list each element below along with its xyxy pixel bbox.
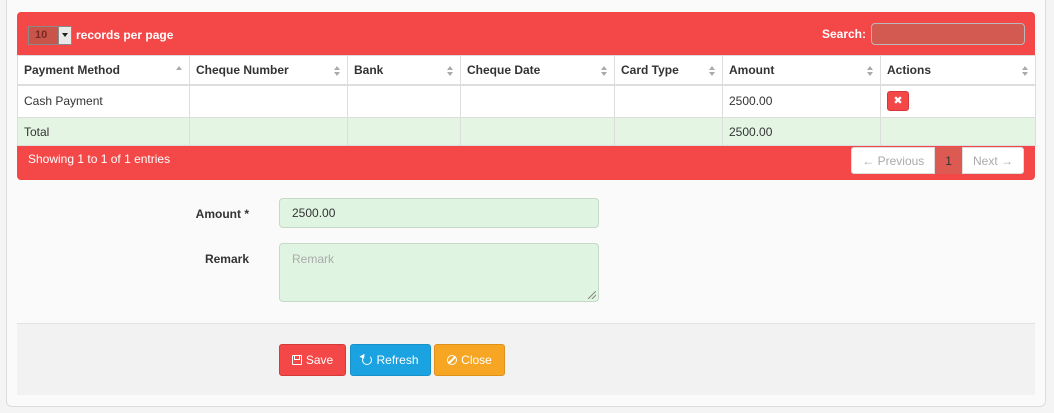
resize-handle-icon[interactable]	[588, 291, 596, 299]
pagination: ← Previous 1 Next →	[851, 147, 1024, 174]
column-header-cheque-date[interactable]: Cheque Date	[460, 55, 615, 86]
current-page-button[interactable]: 1	[935, 147, 962, 174]
table-info: Showing 1 to 1 of 1 entries	[28, 152, 171, 166]
close-icon: ✖	[893, 94, 903, 107]
previous-page-button[interactable]: ← Previous	[851, 147, 936, 174]
cell-cheque-date	[460, 84, 615, 118]
column-header-payment-method[interactable]: Payment Method	[17, 55, 190, 86]
sort-icon	[334, 66, 341, 76]
delete-row-button[interactable]: ✖	[887, 91, 909, 112]
next-page-button[interactable]: Next →	[961, 147, 1024, 174]
column-header-card-type[interactable]: Card Type	[614, 55, 723, 86]
close-button[interactable]: Close	[434, 344, 505, 376]
column-header-amount[interactable]: Amount	[722, 55, 881, 86]
cell-payment-method: Cash Payment	[17, 84, 190, 118]
payments-table: Payment Method Cheque Number Bank Cheque…	[17, 55, 1036, 146]
search-input[interactable]	[871, 23, 1025, 45]
chevron-down-icon	[58, 26, 71, 44]
cell-bank	[347, 84, 461, 118]
payments-grid: 10 records per page Search: Payment Meth…	[17, 12, 1036, 180]
total-amount: 2500.00	[722, 117, 881, 146]
table-header-row: Payment Method Cheque Number Bank Cheque…	[17, 55, 1036, 86]
form-footer	[17, 323, 1035, 395]
remark-placeholder: Remark	[292, 252, 335, 266]
sort-icon	[1022, 66, 1029, 76]
amount-input[interactable]: 2500.00	[279, 198, 599, 228]
remark-textarea[interactable]: Remark	[279, 243, 599, 302]
cell-actions: ✖	[880, 84, 1036, 118]
refresh-label: Refresh	[376, 353, 419, 367]
sort-icon	[709, 66, 716, 76]
page-length-label: records per page	[76, 28, 174, 42]
save-button[interactable]: Save	[279, 344, 346, 376]
search-label: Search:	[821, 27, 866, 41]
ban-icon	[447, 355, 458, 365]
cell-amount: 2500.00	[722, 84, 881, 118]
cell-cheque-number	[189, 84, 348, 118]
refresh-button[interactable]: Refresh	[350, 344, 431, 376]
refresh-icon	[362, 355, 373, 365]
sort-icon	[867, 66, 874, 76]
search-control: Search:	[822, 22, 1025, 46]
column-header-cheque-number[interactable]: Cheque Number	[189, 55, 348, 86]
sort-icon	[601, 66, 608, 76]
save-icon	[291, 355, 302, 365]
page-length-value: 10	[35, 28, 48, 41]
total-row: Total 2500.00	[17, 117, 1036, 146]
page-length-control: 10 records per page	[28, 25, 173, 45]
cell-card-type	[614, 84, 723, 118]
column-header-actions[interactable]: Actions	[880, 55, 1036, 86]
total-label: Total	[17, 117, 190, 146]
table-row: Cash Payment 2500.00 ✖	[17, 84, 1036, 118]
close-label: Close	[461, 353, 492, 367]
sort-icon	[447, 66, 454, 76]
save-label: Save	[305, 353, 334, 367]
page-length-select[interactable]: 10	[28, 25, 72, 45]
amount-label: Amount *	[195, 207, 249, 221]
column-header-bank[interactable]: Bank	[347, 55, 461, 86]
remark-label: Remark	[204, 252, 249, 266]
sort-asc-icon	[176, 66, 183, 76]
